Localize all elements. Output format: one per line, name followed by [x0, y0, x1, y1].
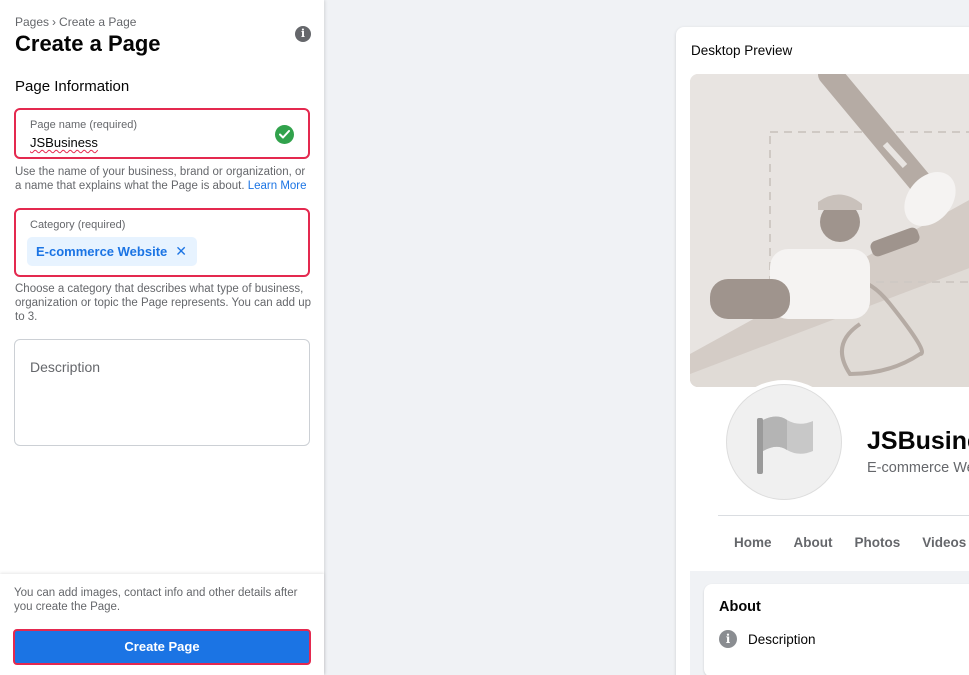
footer-text: You can add images, contact info and oth… [14, 587, 298, 613]
breadcrumb-pages-link[interactable]: Pages [15, 15, 49, 29]
preview-title: Desktop Preview [691, 43, 793, 58]
about-description: Description [748, 632, 816, 647]
preview-tabs: Home About Photos Videos [734, 535, 969, 550]
checkmark-icon [275, 125, 294, 144]
form-footer: You can add images, contact info and oth… [0, 574, 324, 675]
category-chip[interactable]: E-commerce Website ✕ [27, 237, 197, 266]
about-card: About i Description [704, 584, 969, 675]
about-section: About i Description [690, 571, 969, 675]
category-field[interactable]: Category (required) E-commerce Website ✕ [14, 208, 310, 277]
description-field[interactable]: Description [14, 339, 310, 446]
page-name-label: Page name (required) [30, 119, 138, 131]
info-icon: i [719, 630, 737, 648]
breadcrumb-separator: › [52, 15, 57, 29]
tab-photos[interactable]: Photos [855, 535, 901, 550]
preview-page-category: E-commerce Website [867, 460, 969, 476]
page-name-input[interactable]: JSBusiness [30, 135, 98, 150]
category-help: Choose a category that describes what ty… [15, 283, 312, 323]
tab-videos[interactable]: Videos [922, 535, 966, 550]
page-name-field[interactable]: Page name (required) JSBusiness [14, 108, 310, 159]
avatar [722, 380, 846, 504]
section-title: Page Information [15, 78, 130, 95]
desktop-preview: Desktop Preview JSBusin E-commerce W Hom… [676, 27, 969, 675]
learn-more-link[interactable]: Learn More [248, 180, 307, 192]
create-page-button[interactable]: Create Page [13, 629, 311, 665]
close-icon[interactable]: ✕ [175, 243, 187, 260]
category-label: Category (required) [30, 219, 126, 231]
category-chip-label: E-commerce Website [36, 244, 168, 259]
cover-illustration [690, 74, 969, 387]
flag-icon [726, 384, 842, 500]
description-placeholder: Description [30, 359, 101, 375]
divider [718, 515, 969, 516]
create-page-panel: Pages › Create a Page Create a Page i Page… [0, 0, 324, 675]
breadcrumb-current: Create a Page [59, 15, 137, 29]
info-icon[interactable]: i [295, 26, 311, 42]
tab-about[interactable]: About [794, 535, 833, 550]
page-title: Create a Page [15, 31, 161, 56]
profile-area: JSBusiness E-commerce Website Home About… [690, 380, 969, 571]
page-name-help: Use the name of your business, brand or … [15, 165, 313, 193]
breadcrumb: Pages › Create a Page [15, 15, 136, 29]
about-title: About [719, 599, 761, 615]
preview-page-name: JSBusiness [867, 427, 969, 455]
tab-home[interactable]: Home [734, 535, 772, 550]
